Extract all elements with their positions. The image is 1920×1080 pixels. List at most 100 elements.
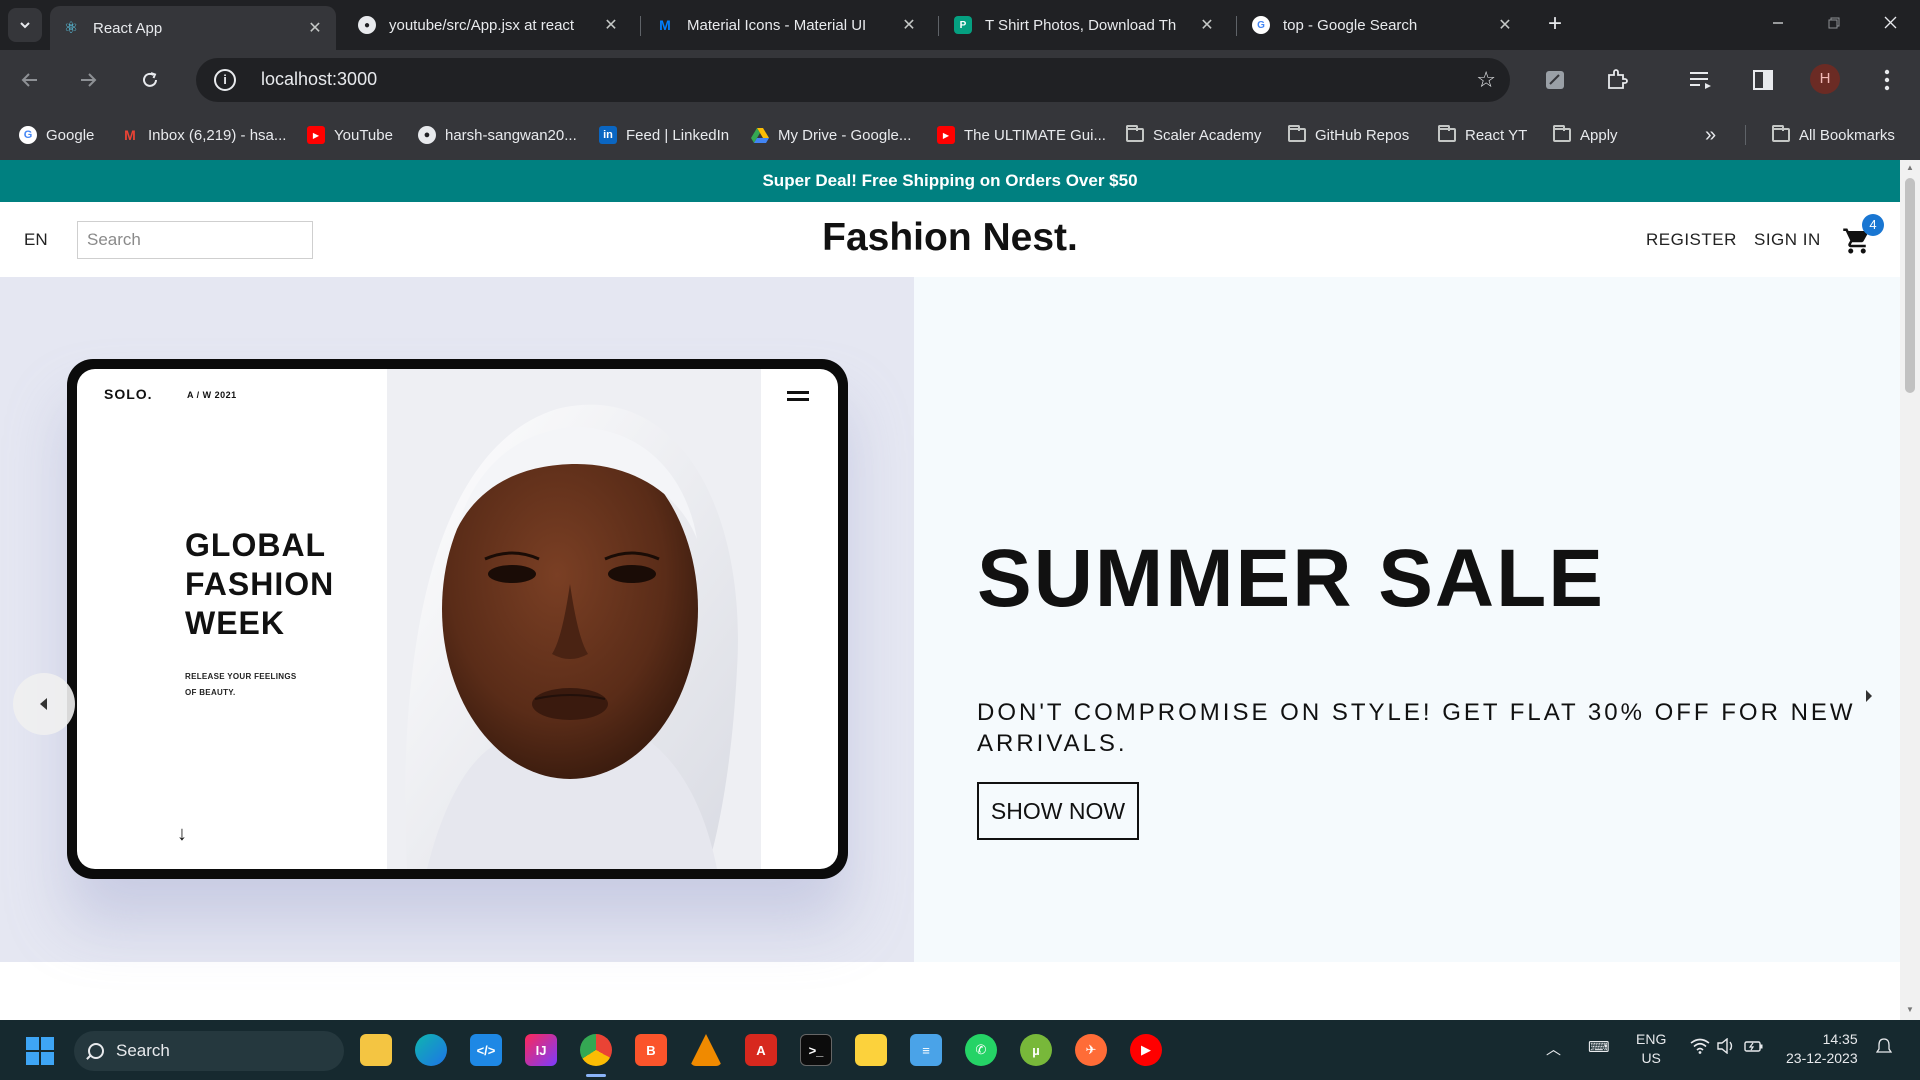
tab-separator bbox=[1236, 16, 1237, 36]
extensions-menu-button[interactable] bbox=[1599, 62, 1635, 98]
web-page: Super Deal! Free Shipping on Orders Over… bbox=[0, 160, 1920, 1020]
battery-icon[interactable] bbox=[1744, 1038, 1764, 1058]
vlc-icon[interactable] bbox=[690, 1034, 722, 1066]
youtube-music-icon[interactable]: ▶ bbox=[1130, 1034, 1162, 1066]
windows-taskbar: Search </> IJ B A >_ ≡ ✆ µ ✈ ▶ ︿ ⌨ ENG U… bbox=[0, 1020, 1920, 1080]
close-tab-icon[interactable]: ✕ bbox=[1198, 15, 1216, 35]
tab-google-search[interactable]: G top - Google Search ✕ bbox=[1240, 6, 1526, 44]
bookmark-star-icon[interactable]: ☆ bbox=[1476, 67, 1496, 93]
active-app-indicator bbox=[586, 1074, 606, 1077]
forward-arrow-icon bbox=[81, 73, 97, 87]
bookmark-label: All Bookmarks bbox=[1799, 126, 1895, 144]
close-tab-icon[interactable]: ✕ bbox=[306, 18, 324, 38]
extension-button[interactable] bbox=[1537, 62, 1573, 98]
slider-next-button[interactable] bbox=[1838, 665, 1900, 727]
restore-icon bbox=[1828, 17, 1840, 29]
tab-pexels[interactable]: P T Shirt Photos, Download Th ✕ bbox=[942, 6, 1228, 44]
region-code: US bbox=[1641, 1050, 1661, 1066]
scroll-down-arrow-icon[interactable]: ▼ bbox=[1906, 1005, 1914, 1014]
close-window-button[interactable] bbox=[1870, 8, 1910, 42]
all-bookmarks-button[interactable]: All Bookmarks bbox=[1772, 124, 1895, 146]
slider-prev-button[interactable] bbox=[13, 673, 75, 735]
show-hidden-icons-chevron-icon[interactable]: ︿ bbox=[1546, 1038, 1561, 1059]
brave-icon[interactable]: B bbox=[635, 1034, 667, 1066]
tab-github[interactable]: ● youtube/src/App.jsx at react ✕ bbox=[346, 6, 632, 44]
taskbar-search[interactable]: Search bbox=[74, 1031, 344, 1071]
url-text[interactable]: localhost:3000 bbox=[261, 69, 377, 90]
utorrent-icon[interactable]: µ bbox=[1020, 1034, 1052, 1066]
pexels-icon: P bbox=[954, 16, 972, 34]
whatsapp-icon[interactable]: ✆ bbox=[965, 1034, 997, 1066]
bookmark-github[interactable]: ● harsh-sangwan20... bbox=[418, 124, 577, 146]
scrollbar-thumb[interactable] bbox=[1905, 178, 1915, 393]
keyboard-icon[interactable]: ⌨ bbox=[1588, 1038, 1610, 1056]
bookmark-label: Google bbox=[46, 126, 95, 144]
site-info-icon[interactable]: i bbox=[214, 69, 236, 91]
edge-icon[interactable] bbox=[415, 1034, 447, 1066]
restore-button[interactable] bbox=[1814, 8, 1854, 42]
bookmark-folder-github-repos[interactable]: GitHub Repos bbox=[1288, 124, 1409, 146]
close-tab-icon[interactable]: ✕ bbox=[900, 15, 918, 35]
bookmark-youtube[interactable]: ▶ YouTube bbox=[307, 124, 393, 146]
reload-button[interactable] bbox=[132, 62, 168, 98]
bookmark-gmail[interactable]: M Inbox (6,219) - hsa... bbox=[121, 124, 286, 146]
chrome-icon[interactable] bbox=[580, 1034, 612, 1066]
register-link[interactable]: REGISTER bbox=[1646, 230, 1737, 250]
browser-menu-button[interactable] bbox=[1869, 62, 1905, 98]
forward-button[interactable] bbox=[70, 62, 106, 98]
side-panel-button[interactable] bbox=[1745, 62, 1781, 98]
close-tab-icon[interactable]: ✕ bbox=[1496, 15, 1514, 35]
hamburger-menu-icon bbox=[787, 391, 809, 401]
bookmark-drive[interactable]: My Drive - Google... bbox=[751, 124, 911, 146]
address-bar[interactable]: i localhost:3000 ☆ bbox=[196, 58, 1510, 102]
reading-list-button[interactable] bbox=[1683, 62, 1719, 98]
file-explorer-icon[interactable] bbox=[360, 1034, 392, 1066]
acrobat-icon[interactable]: A bbox=[745, 1034, 777, 1066]
bookmarks-overflow-button[interactable]: » bbox=[1705, 124, 1716, 146]
windows-start-button[interactable] bbox=[26, 1037, 54, 1065]
bookmark-label: React YT bbox=[1465, 126, 1528, 144]
system-clock[interactable]: 14:35 23-12-2023 bbox=[1786, 1030, 1858, 1068]
bookmark-linkedin[interactable]: in Feed | LinkedIn bbox=[599, 124, 729, 146]
tab-react-app[interactable]: ⚛ React App ✕ bbox=[50, 6, 336, 50]
tablet-headline-line: WEEK bbox=[185, 605, 285, 641]
bookmarks-bar: G Google M Inbox (6,219) - hsa... ▶ YouT… bbox=[0, 110, 1920, 160]
vscode-icon[interactable]: </> bbox=[470, 1034, 502, 1066]
notepad-icon[interactable]: ≡ bbox=[910, 1034, 942, 1066]
folder-icon bbox=[1438, 125, 1456, 144]
postman-icon[interactable]: ✈ bbox=[1075, 1034, 1107, 1066]
mui-icon: M bbox=[659, 17, 671, 33]
sticky-notes-icon[interactable] bbox=[855, 1034, 887, 1066]
minimize-icon bbox=[1773, 22, 1783, 24]
show-now-button[interactable]: SHOW NOW bbox=[977, 782, 1139, 840]
search-input[interactable] bbox=[87, 230, 308, 250]
bookmark-ultimate-guide[interactable]: ▶ The ULTIMATE Gui... bbox=[937, 124, 1106, 146]
intellij-icon[interactable]: IJ bbox=[525, 1034, 557, 1066]
search-container bbox=[77, 221, 313, 259]
bookmark-folder-scaler[interactable]: Scaler Academy bbox=[1126, 124, 1261, 146]
bookmark-google[interactable]: G Google bbox=[19, 124, 94, 146]
new-tab-button[interactable]: + bbox=[1540, 10, 1570, 40]
language-selector[interactable]: EN bbox=[24, 230, 48, 250]
tablet-brand-text: SOLO. bbox=[104, 386, 153, 402]
search-icon bbox=[88, 1043, 104, 1059]
volume-icon[interactable] bbox=[1716, 1037, 1736, 1058]
sign-in-link[interactable]: SIGN IN bbox=[1754, 230, 1821, 250]
profile-avatar[interactable]: H bbox=[1810, 64, 1840, 94]
input-language-indicator[interactable]: ENG US bbox=[1636, 1030, 1666, 1068]
minimize-button[interactable] bbox=[1758, 8, 1798, 42]
tab-material-icons[interactable]: M Material Icons - Material UI ✕ bbox=[644, 6, 930, 44]
site-navbar: EN Fashion Nest. REGISTER SIGN IN 4 bbox=[0, 202, 1900, 277]
bookmark-folder-apply[interactable]: Apply bbox=[1553, 124, 1618, 146]
terminal-icon[interactable]: >_ bbox=[800, 1034, 832, 1066]
bookmark-folder-react-yt[interactable]: React YT bbox=[1438, 124, 1527, 146]
scroll-up-arrow-icon[interactable]: ▲ bbox=[1906, 163, 1914, 172]
close-tab-icon[interactable]: ✕ bbox=[602, 15, 620, 35]
back-button[interactable] bbox=[12, 62, 48, 98]
page-scrollbar[interactable]: ▲ ▼ bbox=[1900, 160, 1920, 1020]
wifi-icon[interactable] bbox=[1690, 1038, 1710, 1058]
notifications-icon[interactable] bbox=[1875, 1038, 1893, 1060]
drive-icon bbox=[751, 126, 769, 144]
announcement-bar: Super Deal! Free Shipping on Orders Over… bbox=[0, 160, 1900, 202]
tab-search-button[interactable] bbox=[8, 8, 42, 42]
